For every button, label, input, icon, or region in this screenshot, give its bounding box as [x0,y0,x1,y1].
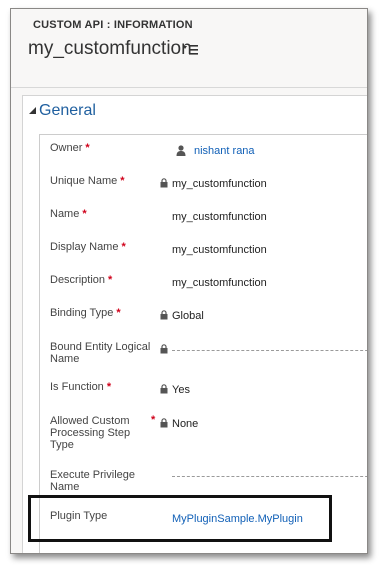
description-label: Description * [50,274,113,286]
is-function-value: Yes [172,384,190,396]
header-divider [11,87,367,88]
binding-type-value: Global [172,310,204,322]
owner-label: Owner * [50,142,90,154]
record-form: CUSTOM API : INFORMATION my_customfuncti… [10,8,368,554]
bound-entity-value-empty [172,350,367,351]
lock-icon [160,384,168,394]
required-indicator: * [151,414,156,426]
lock-icon [160,310,168,320]
description-value[interactable]: my_customfunction [172,277,267,289]
required-indicator: * [106,381,112,393]
required-indicator: * [120,175,125,187]
record-title: my_customfunction [28,38,192,59]
allowed-custom-processing-label: Allowed Custom Processing Step Type [50,415,131,451]
unique-name-value: my_customfunction [172,178,267,190]
section-title-general[interactable]: General [39,102,96,120]
lock-icon [160,418,168,428]
fields-panel: Owner * nishant rana Unique Name * my_cust… [28,134,367,553]
required-indicator: * [116,307,121,319]
form-selector-menu-icon[interactable] [183,44,199,56]
required-indicator: * [85,142,90,154]
collapse-triangle-icon[interactable] [28,106,37,115]
execute-privilege-value-empty[interactable] [172,476,367,477]
required-indicator: * [121,241,126,253]
plugin-type-highlight-box [28,495,332,542]
lock-icon [160,344,168,354]
display-name-label: Display Name * [50,241,126,253]
allowed-custom-processing-value: None [172,418,199,430]
required-indicator: * [108,274,113,286]
entity-type-label: CUSTOM API : INFORMATION [33,19,193,31]
name-value[interactable]: my_customfunction [172,211,267,223]
execute-privilege-label: Execute Privilege Name [50,469,135,493]
bound-entity-label: Bound Entity Logical Name [50,341,151,365]
unique-name-label: Unique Name * [50,175,125,187]
owner-value-link[interactable]: nishant rana [194,145,255,157]
lock-icon [160,178,168,188]
binding-type-label: Binding Type * [50,307,121,319]
user-icon [176,145,186,156]
general-section: General Owner * nishant rana Unique Name *… [22,95,367,553]
display-name-value[interactable]: my_customfunction [172,244,267,256]
name-label: Name * [50,208,87,220]
required-indicator: * [82,208,87,220]
is-function-label: Is Function * [50,381,112,393]
